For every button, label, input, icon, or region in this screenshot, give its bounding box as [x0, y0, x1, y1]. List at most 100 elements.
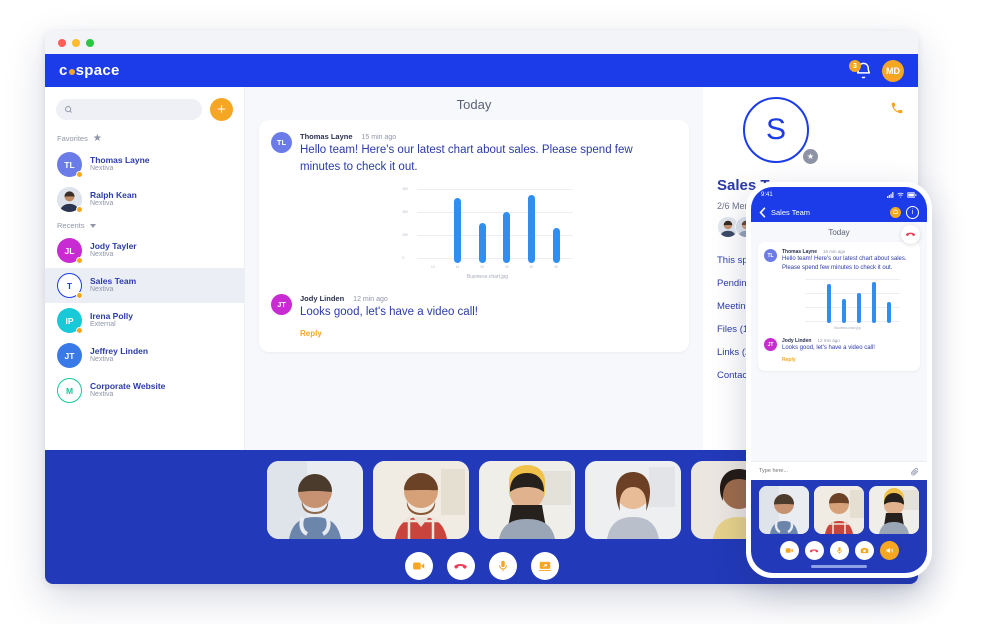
- presence-indicator: [76, 206, 83, 213]
- avatar: M: [57, 378, 82, 403]
- phone-video-tile-3[interactable]: [869, 486, 919, 534]
- message-meta: Thomas Layne 15 min ago: [300, 132, 675, 141]
- phone-message-timestamp: 12 min ago: [817, 338, 840, 344]
- x-tick-label: 15: [455, 265, 460, 270]
- search-icon: [65, 106, 72, 113]
- camera-button[interactable]: [404, 552, 433, 580]
- phone-attachment-filename: Business-chart.jpg: [834, 326, 861, 331]
- hangup-button[interactable]: [446, 552, 475, 580]
- space-avatar[interactable]: S ★: [743, 97, 818, 164]
- phone-conversation[interactable]: Today TL Thomas Layne 15 min ago Hello t…: [751, 222, 927, 461]
- logo-prefix: c: [59, 62, 68, 79]
- video-camera-icon: [412, 562, 424, 570]
- x-tick-label: 20: [480, 265, 484, 270]
- star-icon[interactable]: ★: [803, 149, 818, 164]
- sidebar-section-recents-header[interactable]: Recents: [45, 217, 244, 233]
- phone-chart-attachment[interactable]: Business-chart.jpg: [796, 277, 900, 330]
- video-tile-participant-1[interactable]: [267, 461, 363, 539]
- sidebar-search-row: +: [45, 87, 244, 129]
- message-bubble-group: TL Thomas Layne 15 min ago Hello team! H…: [259, 120, 689, 353]
- contact-name: Corporate Website: [90, 380, 166, 391]
- phone-hangup-icon: [905, 232, 916, 237]
- phone-flip-camera-button[interactable]: [854, 541, 874, 560]
- message-content: Thomas Layne 15 min ago Hello team! Here…: [300, 132, 675, 280]
- attachment-filename: Business-chart.jpg: [466, 274, 509, 281]
- participant-video: [869, 486, 919, 534]
- camera-icon: [860, 547, 868, 554]
- sidebar-item-sales-team[interactable]: T Sales Team Nextiva: [45, 268, 244, 303]
- participant-video: [479, 461, 575, 539]
- phone-message-content: Thomas Layne 15 min ago Hello team! Here…: [782, 249, 913, 330]
- avatar-wrap: TL: [57, 152, 83, 178]
- sidebar-item-irena-polly[interactable]: IP Irena Polly External: [45, 303, 244, 338]
- contact-org: Nextiva: [90, 200, 114, 208]
- message-author: Jody Linden: [300, 294, 345, 304]
- close-window-button[interactable]: [58, 38, 66, 47]
- sidebar-item-jody-tayler[interactable]: JL Jody Tayler Nextiva: [45, 233, 244, 268]
- phone-video-tile-1[interactable]: [759, 486, 809, 534]
- video-tile-participant-3[interactable]: [479, 461, 575, 539]
- bell-icon[interactable]: [890, 206, 901, 218]
- video-tile-participant-4[interactable]: [585, 461, 681, 539]
- participant-video: [759, 486, 809, 534]
- presence-indicator: [76, 171, 83, 178]
- phone-home-indicator: [811, 565, 867, 568]
- speaker-icon: [886, 547, 893, 554]
- star-icon: ★: [92, 133, 102, 144]
- search-box[interactable]: [56, 99, 202, 120]
- info-icon[interactable]: i: [906, 205, 919, 219]
- minimize-window-button[interactable]: [72, 38, 80, 47]
- add-button[interactable]: +: [210, 98, 233, 121]
- avatar-wrap: IP: [57, 308, 83, 334]
- user-avatar[interactable]: MD: [882, 59, 904, 82]
- message-timestamp: 12 min ago: [353, 296, 388, 304]
- phone-camera-button[interactable]: [779, 541, 799, 560]
- contact-text: Irena Polly External: [90, 311, 133, 330]
- phone-hangup-control-button[interactable]: [804, 541, 824, 560]
- phone-video-bar: [751, 480, 927, 573]
- mic-button[interactable]: [488, 552, 517, 580]
- bar: [871, 282, 877, 324]
- microphone-icon: [836, 547, 842, 554]
- bar: [478, 223, 486, 264]
- chevron-down-icon: [89, 223, 96, 228]
- date-divider: Today: [456, 97, 492, 112]
- bar-chart: 400 300 200 0: [403, 185, 573, 264]
- phone-icon[interactable]: [890, 101, 904, 118]
- logo-suffix: space: [75, 62, 120, 79]
- maximize-window-button[interactable]: [86, 38, 94, 47]
- sidebar-item-ralph-kean[interactable]: Ralph Kean Nextiva: [45, 182, 244, 217]
- phone-message-input[interactable]: [759, 468, 910, 474]
- x-tick-label: 35: [554, 265, 558, 270]
- phone-speaker-button[interactable]: [879, 541, 899, 560]
- phone-hangup-button[interactable]: [901, 225, 920, 244]
- sidebar-item-jeffrey-linden[interactable]: JT Jeffrey Linden Nextiva: [45, 338, 244, 373]
- chart-attachment[interactable]: 400 300 200 0 10 15 20 25 30 35 Business…: [403, 185, 573, 280]
- sidebar-item-thomas-layne[interactable]: TL Thomas Layne Nextiva: [45, 147, 244, 182]
- contact-org: Nextiva: [90, 391, 114, 399]
- participant-video: [814, 486, 864, 534]
- phone-message-text: Looks good, let's have a video call!: [782, 345, 875, 352]
- participant-video: [585, 461, 681, 539]
- avatar: JT: [271, 294, 292, 316]
- bell-icon[interactable]: 3: [849, 60, 873, 80]
- phone-video-tile-2[interactable]: [814, 486, 864, 534]
- phone-reply-button[interactable]: Reply: [782, 357, 913, 363]
- search-input[interactable]: [78, 105, 194, 114]
- mobile-app-mockup: 9:41 Sales Team i Today TL Thomas Layne …: [746, 182, 932, 578]
- app-logo[interactable]: c space: [59, 62, 120, 79]
- avatar-wrap: JL: [57, 238, 83, 264]
- contact-text: Thomas Layne Nextiva: [90, 155, 150, 174]
- share-screen-button[interactable]: [530, 552, 559, 580]
- paperclip-icon[interactable]: [910, 467, 919, 476]
- sidebar-item-corporate-website[interactable]: M Corporate Website Nextiva: [45, 373, 244, 408]
- chevron-left-icon[interactable]: [759, 206, 766, 218]
- reply-button[interactable]: Reply: [300, 329, 675, 338]
- phone-screen: 9:41 Sales Team i Today TL Thomas Layne …: [751, 187, 927, 573]
- bar: [841, 299, 847, 324]
- phone-status-bar: 9:41: [751, 187, 927, 202]
- phone-mic-button[interactable]: [829, 541, 849, 560]
- bar: [552, 228, 560, 264]
- bar-series: [421, 185, 569, 264]
- video-tile-participant-2[interactable]: [373, 461, 469, 539]
